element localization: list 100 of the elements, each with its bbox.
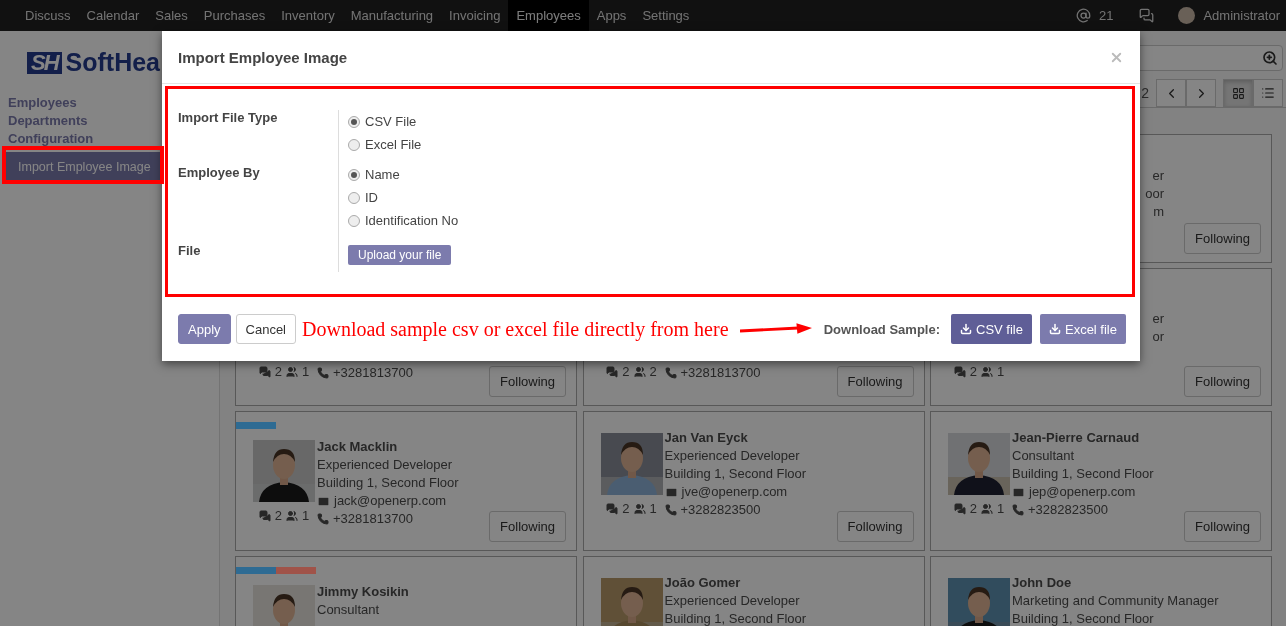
followers-icon <box>981 365 993 378</box>
work-location: Building 1, Second Floor <box>664 610 807 626</box>
nav-menu-item[interactable]: Settings <box>634 0 698 31</box>
following-button[interactable]: Following <box>836 511 914 542</box>
nav-menu-item[interactable]: Discuss <box>17 0 79 31</box>
message-count: 2 <box>274 364 282 379</box>
radio-option[interactable]: Identification No <box>348 209 1132 233</box>
following-button[interactable]: Following <box>489 366 566 397</box>
nav-menu-item[interactable]: Invoicing <box>441 0 509 31</box>
employee-card[interactable]: John Doe Marketing and Community Manager Building 1, Second Floor <box>930 556 1272 626</box>
sidebar-item[interactable]: Import Employee Image <box>5 152 160 182</box>
phone-icon <box>664 367 677 379</box>
employee-name: Jan Van Eyck <box>664 429 748 447</box>
radio-button[interactable] <box>348 191 360 204</box>
previous-button[interactable] <box>1156 79 1186 107</box>
nav-menu-item[interactable]: Apps <box>588 0 635 31</box>
radio-label: Excel File <box>365 137 422 152</box>
radio-button[interactable] <box>348 138 360 151</box>
phone-icon <box>317 513 329 525</box>
following-button[interactable]: Following <box>489 511 566 542</box>
phone-text: +3282823500 <box>1028 501 1108 519</box>
job-title: er <box>1152 310 1164 328</box>
mention-count: 21 <box>1098 8 1114 23</box>
email-text: jve@openerp.com <box>681 483 788 501</box>
nav-menu-item[interactable]: Employees <box>508 0 589 31</box>
radio-label: ID <box>365 190 378 206</box>
radio-button[interactable] <box>348 168 360 181</box>
employee-name: Jimmy Kosikin <box>317 583 409 601</box>
email-text: m <box>1153 203 1164 221</box>
phone-text: +3281813700 <box>680 364 761 382</box>
cancel-button[interactable]: Cancel <box>235 314 296 344</box>
search-icon[interactable] <box>1262 50 1278 66</box>
radio-label: CSV File <box>365 114 417 129</box>
logo-mark: SH <box>27 51 62 74</box>
download-button[interactable]: CSV file <box>951 314 1032 344</box>
follower-count: 1 <box>302 508 310 523</box>
apply-button[interactable]: Apply <box>178 314 231 344</box>
nav-menu-item[interactable]: Inventory <box>273 0 343 31</box>
job-title: Consultant <box>317 601 380 619</box>
email-text: jack@openerp.com <box>334 492 447 510</box>
kanban-view-button[interactable] <box>1223 79 1253 107</box>
following-button[interactable]: Following <box>836 366 914 397</box>
chat-icon[interactable] <box>1139 8 1155 23</box>
employee-name: João Gomer <box>664 574 741 592</box>
work-location: Building 1, Second Floor <box>1012 465 1154 483</box>
employee-card[interactable]: 2 1 Jack Macklin Experienced Developer Building 1, Second Floor jack@openerp.com +3281813700 Following <box>235 411 577 551</box>
upload-button[interactable]: Upload your file <box>348 245 452 266</box>
radio-button[interactable] <box>348 214 360 227</box>
following-button[interactable]: Following <box>1184 223 1261 254</box>
at-icon[interactable] <box>1075 8 1091 23</box>
message-count: 2 <box>622 501 630 516</box>
followers-icon <box>981 502 993 515</box>
messages-icon <box>953 502 966 515</box>
phone-text: +3282823500 <box>680 501 761 519</box>
list-view-button[interactable] <box>1253 79 1283 107</box>
grid-icon <box>1231 86 1245 100</box>
message-count: 2 <box>274 508 282 523</box>
user-avatar[interactable] <box>1178 7 1196 24</box>
radio-label: Identification No <box>365 213 459 229</box>
annotation-note: Download sample csv or excel file directly from here <box>302 317 729 341</box>
radio-label: Name <box>365 167 400 183</box>
nav-menu-item[interactable]: Manufacturing <box>342 0 442 31</box>
next-button[interactable] <box>1186 79 1216 107</box>
employee-card[interactable]: 2 1 Jean-Pierre Carnaud Consultant Building 1, Second Floor jep@openerp.com +3282823500 Following <box>930 411 1272 551</box>
follower-count: 1 <box>302 364 310 379</box>
nav-menu-item[interactable]: Sales <box>147 0 196 31</box>
job-title: Experienced Developer <box>664 447 800 465</box>
follower-count: 1 <box>649 501 657 516</box>
employee-card[interactable]: Jimmy Kosikin Consultant <box>235 556 577 626</box>
message-count: 2 <box>969 501 977 516</box>
follower-count: 2 <box>649 364 657 379</box>
employee-name: Jack Macklin <box>317 438 398 456</box>
employee-card[interactable]: João Gomer Experienced Developer Building 1, Second Floor <box>582 556 925 626</box>
download-icon <box>960 323 972 335</box>
messages-icon <box>606 502 619 515</box>
job-title: Experienced Developer <box>664 592 800 610</box>
radio-button[interactable] <box>348 115 360 128</box>
work-location: Building 1, Second Floor <box>317 474 459 492</box>
following-button[interactable]: Following <box>1184 511 1261 542</box>
employee-name: John Doe <box>1012 574 1072 592</box>
radio-option[interactable]: Excel File <box>348 133 1132 156</box>
radio-option[interactable]: ID <box>348 186 1132 210</box>
employee-card[interactable]: 2 1 Jan Van Eyck Experienced Developer Building 1, Second Floor jve@openerp.com +3282823500 Following <box>582 411 925 551</box>
messages-icon <box>258 365 271 378</box>
user-name[interactable]: Administrator <box>1203 8 1280 23</box>
field-label: Employee By <box>178 165 261 182</box>
messages-icon <box>258 509 271 522</box>
phone-icon <box>1012 504 1024 516</box>
radio-option[interactable]: Name <box>348 163 1132 187</box>
following-button[interactable]: Following <box>1184 366 1261 397</box>
download-button[interactable]: Excel file <box>1039 314 1126 344</box>
nav-menu-item[interactable]: Calendar <box>78 0 148 31</box>
followers-icon <box>286 509 298 522</box>
job-title: Marketing and Community Manager <box>1012 592 1219 610</box>
message-count: 2 <box>622 364 630 379</box>
radio-option[interactable]: CSV File <box>348 110 1132 133</box>
message-count: 2 <box>969 364 977 379</box>
phone-icon <box>317 367 329 379</box>
phone-icon <box>664 504 677 516</box>
nav-menu-item[interactable]: Purchases <box>195 0 274 31</box>
